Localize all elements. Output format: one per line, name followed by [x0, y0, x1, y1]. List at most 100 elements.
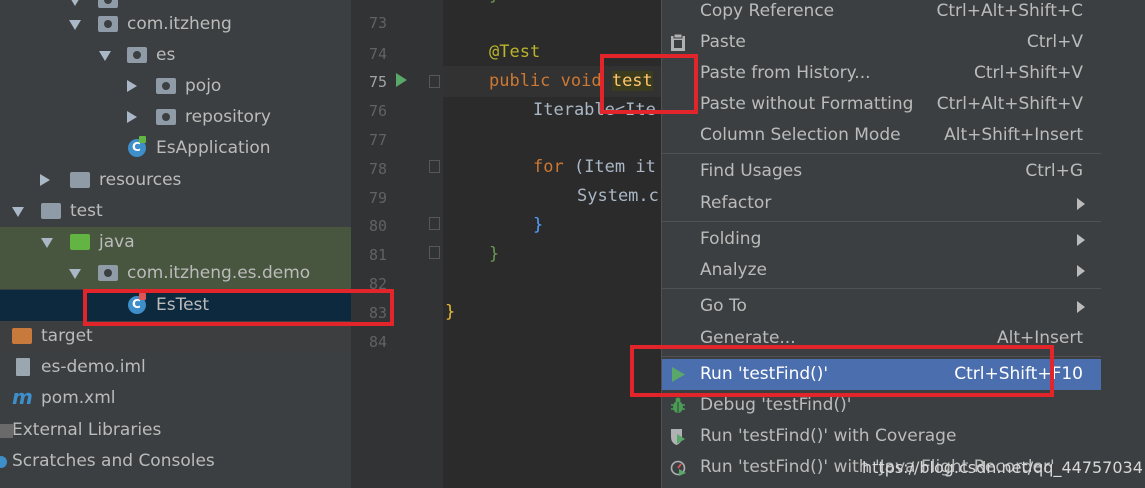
tree-item-test[interactable]: test	[0, 196, 351, 227]
menu-item-shortcut: Alt+Shift+Insert	[944, 125, 1083, 145]
menu-item-paste-without-formatting[interactable]: Paste without Formatting Ctrl+Alt+Shift+…	[662, 89, 1102, 120]
fold-marker-icon[interactable]	[429, 217, 440, 230]
menu-item-label: Column Selection Mode	[700, 125, 901, 145]
menu-item-go-to[interactable]: Go To	[662, 291, 1102, 322]
menu-item-run-with-coverage[interactable]: Run 'testFind()' with Coverage	[662, 421, 1102, 452]
line-number: 75	[368, 73, 387, 91]
tree-item-external-libraries[interactable]: External Libraries	[0, 415, 351, 446]
package-folder-icon	[156, 109, 176, 125]
chevron-right-icon[interactable]	[127, 80, 137, 92]
menu-item-label: Analyze	[700, 260, 767, 280]
tree-item-resources[interactable]: resources	[0, 165, 351, 196]
chevron-right-icon[interactable]	[127, 111, 137, 123]
menu-item-label: Debug 'testFind()'	[700, 395, 852, 415]
excluded-folder-icon	[12, 328, 32, 344]
tree-item-scratches[interactable]: Scratches and Consoles	[0, 446, 351, 477]
menu-item-shortcut: Ctrl+Shift+V	[973, 63, 1083, 83]
code-closing-brace: }	[489, 244, 500, 264]
menu-item-label: Find Usages	[700, 161, 803, 181]
line-number: 74	[368, 45, 387, 63]
tree-item-label: com.itzheng.es.demo	[127, 263, 311, 283]
tree-item-label: es-demo.iml	[41, 357, 146, 377]
menu-item-paste[interactable]: Paste Ctrl+V	[662, 27, 1102, 58]
line-number: 78	[368, 160, 387, 178]
menu-item-paste-from-history[interactable]: Paste from History... Ctrl+Shift+V	[662, 58, 1102, 89]
menu-item-column-selection-mode[interactable]: Column Selection Mode Alt+Shift+Insert	[662, 120, 1102, 151]
tree-item-com-itzheng[interactable]: com.itzheng	[0, 9, 351, 40]
code-for-loop: for (Item it	[533, 157, 656, 177]
line-number: 79	[368, 189, 387, 207]
tree-item-pojo[interactable]: pojo	[0, 71, 351, 102]
fold-marker-icon[interactable]	[429, 160, 440, 173]
code-for-header: (Item it	[573, 157, 656, 177]
code-keyword-for: for	[533, 157, 574, 177]
chevron-down-icon[interactable]	[99, 51, 111, 61]
tree-item-label: java	[99, 232, 135, 252]
chevron-down-icon[interactable]	[69, 0, 81, 6]
menu-item-analyze[interactable]: Analyze	[662, 255, 1102, 286]
resources-folder-icon	[70, 172, 90, 188]
menu-separator	[662, 288, 1102, 289]
annotation-box-estest	[83, 289, 394, 326]
tree-item-label: Scratches and Consoles	[12, 451, 215, 471]
profiler-icon	[670, 460, 686, 476]
tree-item-repository[interactable]: repository	[0, 102, 351, 133]
coverage-shield-icon	[671, 429, 685, 445]
menu-item-folding[interactable]: Folding	[662, 224, 1102, 255]
menu-item-label: Copy Reference	[700, 1, 835, 21]
code-closing-brace: }	[533, 215, 544, 235]
chevron-down-icon[interactable]	[69, 269, 81, 279]
line-number: 73	[368, 14, 387, 32]
package-folder-icon	[98, 0, 118, 8]
clipboard-icon	[671, 34, 685, 51]
menu-item-label: Paste	[700, 32, 746, 52]
tree-item-label: es	[156, 45, 176, 65]
menu-item-label: Paste from History...	[700, 63, 871, 83]
tree-item-es-demo-iml[interactable]: es-demo.iml	[0, 352, 351, 383]
editor-gutter[interactable]: 73 74 75 76 77 78 79 80 81 82 83 84	[351, 0, 443, 488]
menu-item-shortcut: Ctrl+Alt+Shift+V	[936, 94, 1083, 114]
package-folder-icon	[98, 16, 118, 32]
package-folder-icon	[156, 78, 176, 94]
code-annotation: @Test	[489, 42, 541, 62]
chevron-down-icon[interactable]	[41, 238, 53, 248]
maven-icon: m	[12, 385, 33, 409]
menu-item-find-usages[interactable]: Find Usages Ctrl+G	[662, 156, 1102, 187]
line-number: 77	[368, 131, 387, 149]
tree-item-label: test	[70, 201, 103, 221]
fold-marker-icon[interactable]	[429, 246, 440, 259]
tree-item-java[interactable]: java	[0, 227, 351, 258]
tree-item-esapplication[interactable]: C EsApplication	[0, 133, 351, 164]
tree-item-pom-xml[interactable]: m pom.xml	[0, 383, 351, 414]
menu-item-label: Refactor	[700, 193, 772, 213]
tree-item-com-itzheng-es-demo[interactable]: com.itzheng.es.demo	[0, 258, 351, 289]
code-closing-brace: }	[489, 0, 499, 5]
submenu-arrow-icon	[1077, 265, 1085, 277]
line-number: 80	[368, 217, 387, 235]
spring-class-icon: C	[128, 136, 146, 157]
fold-marker-icon[interactable]	[429, 75, 440, 88]
context-menu: Copy Reference Ctrl+Alt+Shift+C Paste Ct…	[661, 0, 1102, 488]
folder-icon	[41, 203, 61, 219]
submenu-arrow-icon	[1077, 198, 1085, 210]
tree-item-label: EsApplication	[156, 138, 271, 158]
chevron-down-icon[interactable]	[12, 207, 24, 217]
chevron-right-icon[interactable]	[40, 174, 50, 186]
project-tree: com.itzheng es pojo repository C EsAppli…	[0, 0, 351, 488]
menu-item-shortcut: Ctrl+G	[1025, 161, 1083, 181]
line-number: 76	[368, 102, 387, 120]
menu-item-copy-reference[interactable]: Copy Reference Ctrl+Alt+Shift+C	[662, 0, 1102, 27]
tree-item-es[interactable]: es	[0, 40, 351, 71]
tree-item-label: target	[41, 326, 93, 346]
run-test-icon[interactable]	[396, 73, 407, 87]
chevron-down-icon[interactable]	[69, 20, 81, 30]
iml-file-icon	[16, 358, 30, 376]
tree-item-label: repository	[185, 107, 271, 127]
menu-item-label: Folding	[700, 229, 762, 249]
menu-item-refactor[interactable]: Refactor	[662, 188, 1102, 219]
annotation-box-method-name	[600, 54, 698, 114]
package-folder-icon	[98, 265, 118, 281]
code-closing-brace: }	[445, 302, 456, 322]
background-strip	[1101, 0, 1145, 488]
submenu-arrow-icon	[1077, 234, 1085, 246]
